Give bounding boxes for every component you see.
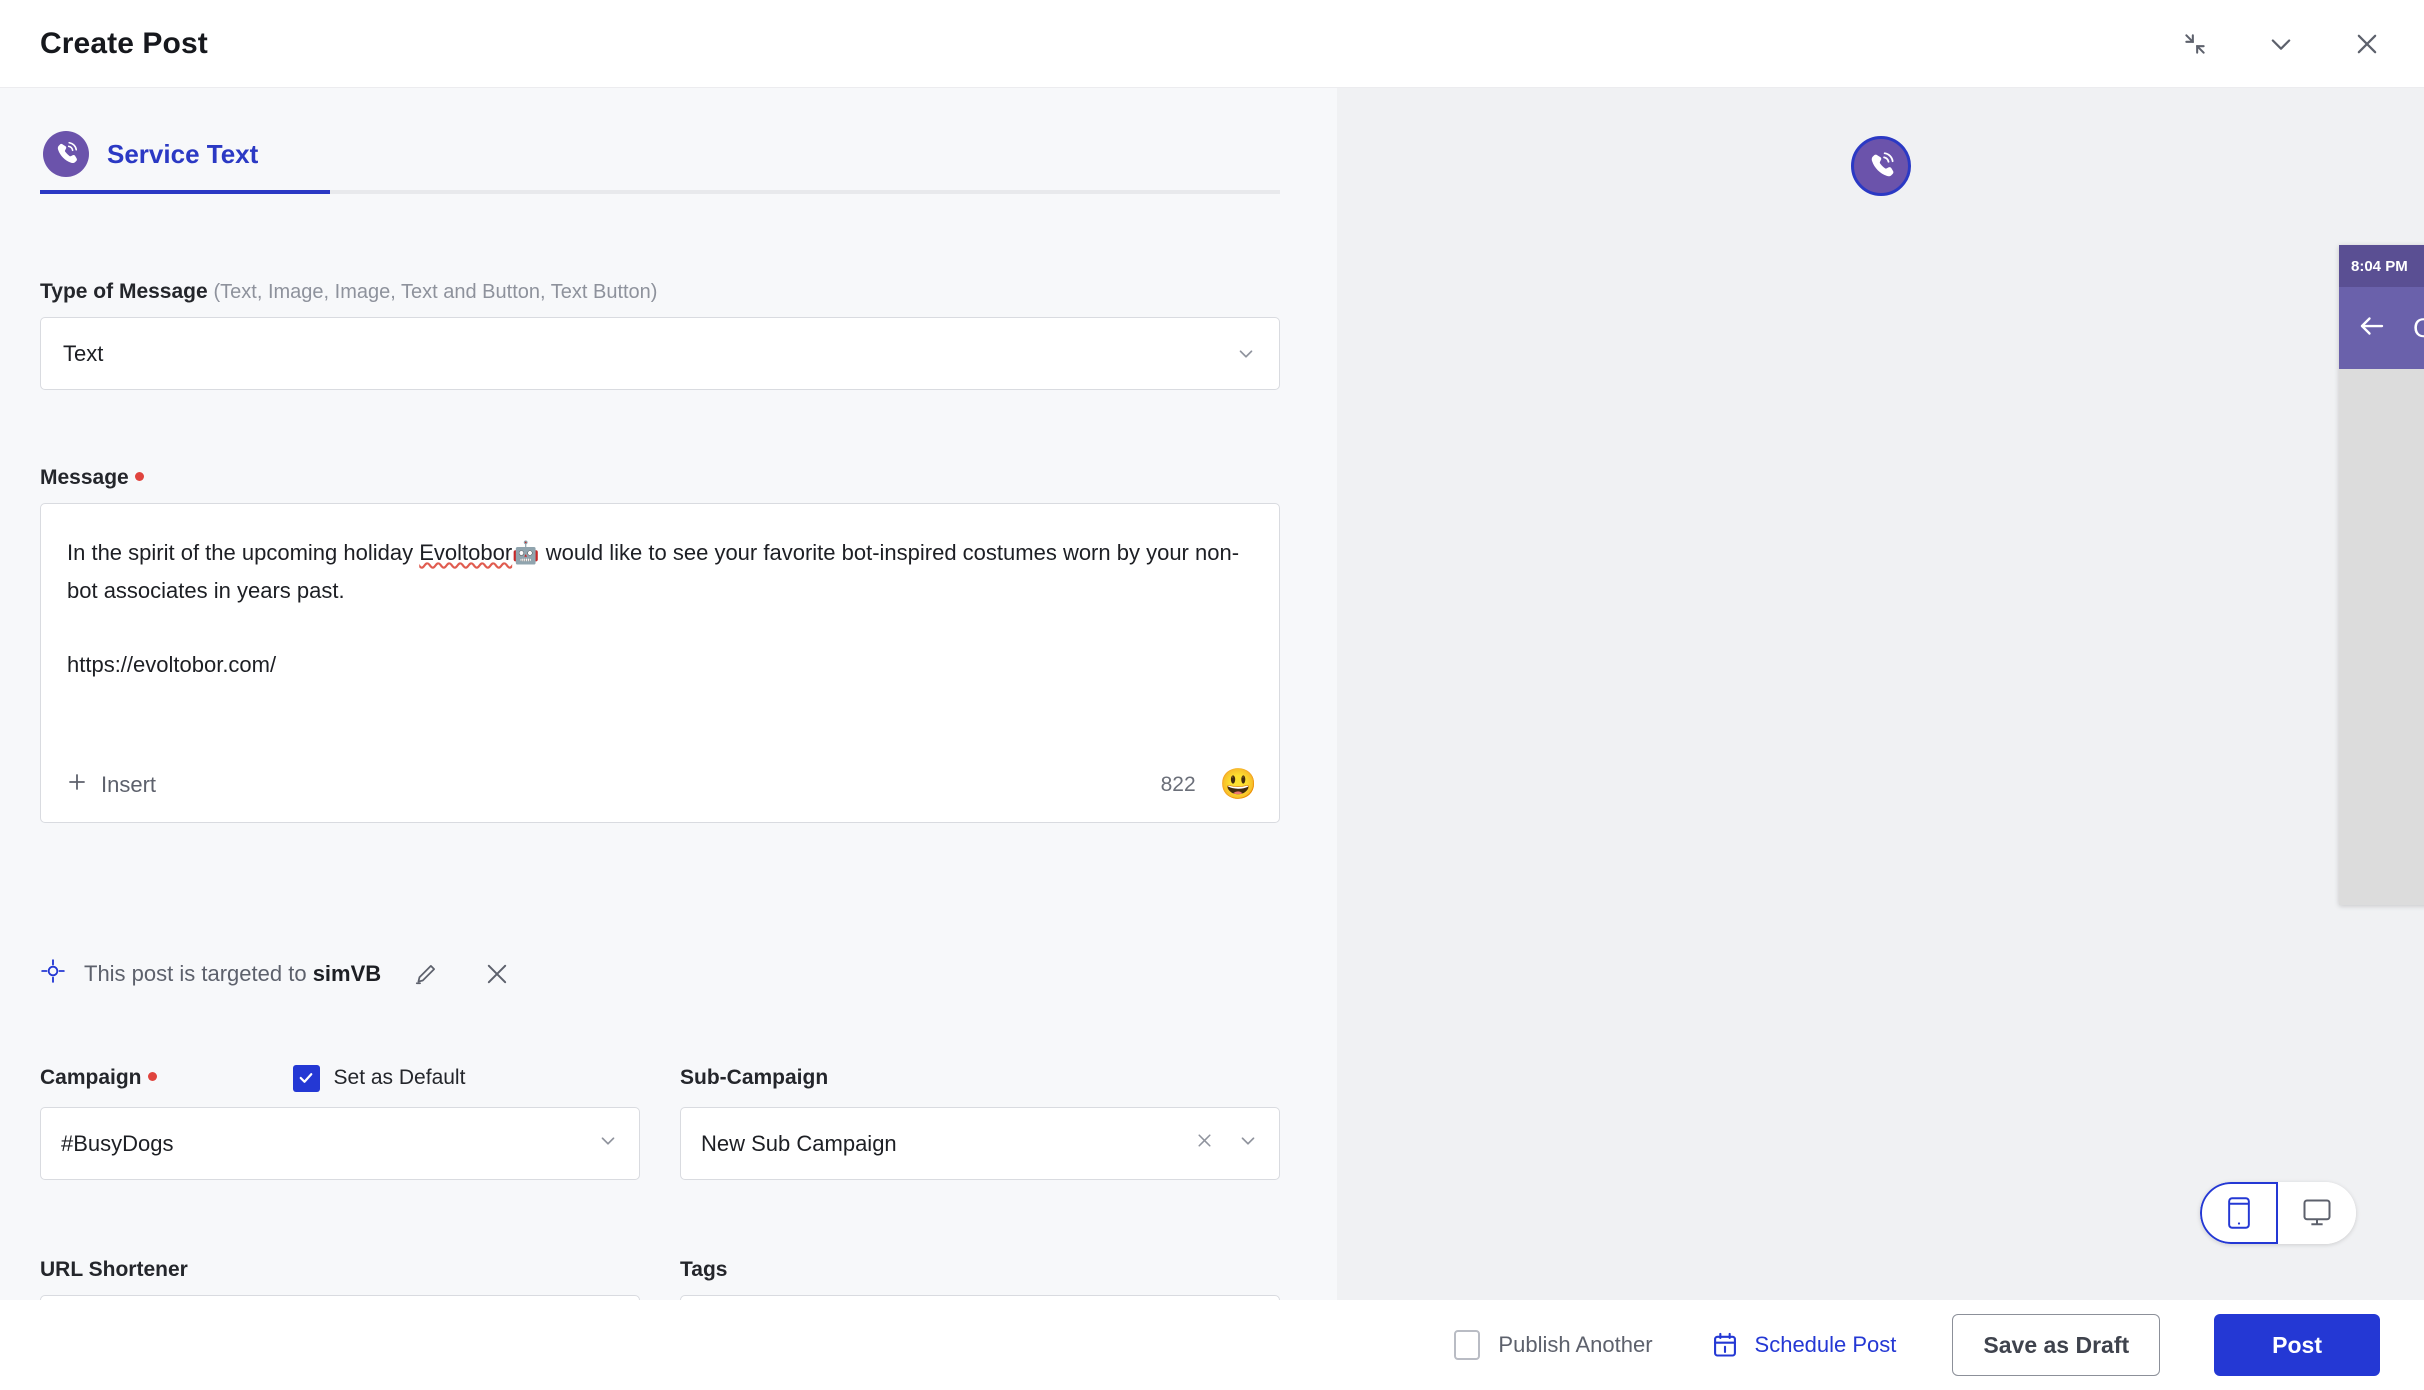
editor-pane: Service Text Type of Message (Text, Imag… — [0, 88, 1337, 1300]
dialog-titlebar: Create Post — [0, 0, 2424, 88]
misspelled-word: Evoltobor — [419, 540, 513, 565]
message-label-text: Message — [40, 466, 129, 489]
insert-label: Insert — [101, 772, 157, 797]
set-as-default-label: Set as Default — [333, 1066, 466, 1089]
message-meta: 822 😃 — [1161, 770, 1257, 800]
character-count: 822 — [1160, 773, 1196, 796]
campaign-header: Campaign Set as Default — [40, 1062, 640, 1094]
targeting-row: This post is targeted to simVB — [40, 958, 511, 989]
publish-another-label: Publish Another — [1498, 1332, 1653, 1357]
message-label: Message — [40, 466, 1280, 490]
plus-icon — [65, 770, 89, 800]
insert-button[interactable]: Insert — [65, 770, 156, 800]
remove-target-icon[interactable] — [483, 960, 511, 988]
campaign-select[interactable]: #BusyDogs — [40, 1107, 640, 1180]
checkbox-unchecked-icon — [1454, 1330, 1481, 1360]
chat-area: Today In the spirit of the upcoming holi… — [2339, 369, 2424, 905]
create-post-dialog: Create Post Service Text Type of Message… — [0, 0, 2424, 1390]
set-as-default-checkbox[interactable]: Set as Default — [292, 1064, 466, 1092]
message-toolbar: Insert 822 😃 — [41, 748, 1279, 822]
campaign-select-actions — [597, 1130, 619, 1158]
type-of-message-label-text: Type of Message — [40, 280, 208, 303]
mobile-icon — [2226, 1197, 2252, 1229]
sub-campaign-select[interactable]: New Sub Campaign — [680, 1107, 1280, 1180]
type-of-message-hint: (Text, Image, Image, Text and Button, Te… — [213, 281, 658, 303]
message-field: Message In the spirit of the upcoming ho… — [40, 466, 1280, 823]
chevron-down-icon[interactable] — [2264, 27, 2298, 61]
page-title: Create Post — [40, 26, 208, 60]
shortener-tags-row: URL Shortener Tags — [40, 1258, 1280, 1300]
phone-preview: 8:04 PM 0.00K/s 4G VoLTE — [2339, 245, 2424, 905]
sub-campaign-field: Sub-Campaign New Sub Campaign — [680, 1062, 1280, 1180]
targeting-prefix: This post is targeted to — [84, 960, 307, 986]
campaign-label: Campaign — [40, 1066, 157, 1090]
message-content: In the spirit of the upcoming holiday Ev… — [67, 534, 1253, 684]
message-textarea[interactable]: In the spirit of the upcoming holiday Ev… — [40, 503, 1280, 823]
viber-icon — [1850, 136, 1911, 196]
checkbox-checked-icon — [292, 1064, 320, 1092]
chat-title: Good — [2413, 312, 2424, 343]
desktop-preview-button[interactable] — [2278, 1182, 2356, 1244]
url-shortener-field: URL Shortener — [40, 1258, 640, 1300]
message-line-start: In the spirit of the upcoming holiday — [67, 540, 420, 565]
type-of-message-label: Type of Message (Text, Image, Image, Tex… — [40, 280, 1280, 304]
close-icon[interactable] — [2350, 27, 2384, 61]
campaign-field: Campaign Set as Default #BusyDogs — [40, 1062, 640, 1180]
sub-campaign-label: Sub-Campaign — [680, 1066, 829, 1089]
clear-icon[interactable] — [1194, 1130, 1215, 1157]
save-as-draft-button[interactable]: Save as Draft — [1952, 1314, 2161, 1376]
dialog-body: Service Text Type of Message (Text, Imag… — [0, 88, 2424, 1300]
targeting-target: simVB — [312, 960, 382, 986]
desktop-icon — [2302, 1199, 2332, 1227]
chevron-down-icon — [597, 1130, 619, 1158]
dialog-footer: Publish Another Schedule Post Save as Dr… — [0, 1300, 2424, 1390]
message-emoji: 🤖 — [512, 540, 540, 565]
sub-campaign-header: Sub-Campaign — [680, 1062, 1280, 1094]
tags-field: Tags — [680, 1258, 1280, 1300]
type-of-message-field: Type of Message (Text, Image, Image, Tex… — [40, 280, 1280, 390]
tab-service-text[interactable]: Service Text — [40, 118, 1280, 190]
type-of-message-select[interactable]: Text — [40, 317, 1280, 390]
required-indicator — [134, 472, 144, 481]
tags-label: Tags — [680, 1258, 728, 1281]
back-arrow-icon[interactable] — [2357, 311, 2387, 346]
sub-campaign-select-actions — [1194, 1130, 1259, 1158]
tab-underline — [40, 190, 1280, 194]
channel-tabs: Service Text — [40, 118, 1280, 194]
sub-campaign-value: New Sub Campaign — [701, 1130, 897, 1156]
type-of-message-value: Text — [63, 340, 104, 366]
publish-another-checkbox[interactable]: Publish Another — [1454, 1330, 1653, 1360]
tab-label: Service Text — [107, 138, 259, 169]
targeting-text: This post is targeted to simVB — [84, 961, 381, 987]
mobile-preview-button[interactable] — [2200, 1182, 2278, 1244]
phone-status-bar: 8:04 PM 0.00K/s 4G VoLTE — [2339, 245, 2424, 287]
viber-icon — [43, 131, 89, 177]
campaign-label-text: Campaign — [40, 1066, 142, 1089]
emoji-picker-icon[interactable]: 😃 — [1220, 770, 1257, 800]
calendar-icon — [1711, 1331, 1739, 1359]
message-url: https://evoltobor.com/ — [67, 652, 277, 677]
status-time: 8:04 PM — [2351, 257, 2408, 275]
required-indicator — [147, 1072, 157, 1081]
chevron-down-icon — [1235, 343, 1257, 365]
preview-pane: 8:04 PM 0.00K/s 4G VoLTE — [1337, 88, 2424, 1300]
campaign-value: #BusyDogs — [61, 1130, 174, 1156]
chevron-down-icon — [1237, 1130, 1259, 1158]
tab-active-indicator — [40, 190, 330, 194]
edit-target-icon[interactable] — [413, 961, 439, 987]
schedule-post-button[interactable]: Schedule Post — [1711, 1331, 1897, 1359]
post-button[interactable]: Post — [2214, 1314, 2380, 1376]
url-shortener-label: URL Shortener — [40, 1258, 188, 1281]
phone-app-bar: Good — [2339, 287, 2424, 369]
collapse-icon[interactable] — [2178, 27, 2212, 61]
titlebar-actions — [2178, 27, 2384, 61]
device-preview-toggle — [2200, 1182, 2356, 1244]
target-icon — [40, 958, 66, 989]
campaign-row: Campaign Set as Default #BusyDogs Sub-Ca… — [40, 1062, 1280, 1180]
schedule-post-label: Schedule Post — [1754, 1332, 1897, 1357]
